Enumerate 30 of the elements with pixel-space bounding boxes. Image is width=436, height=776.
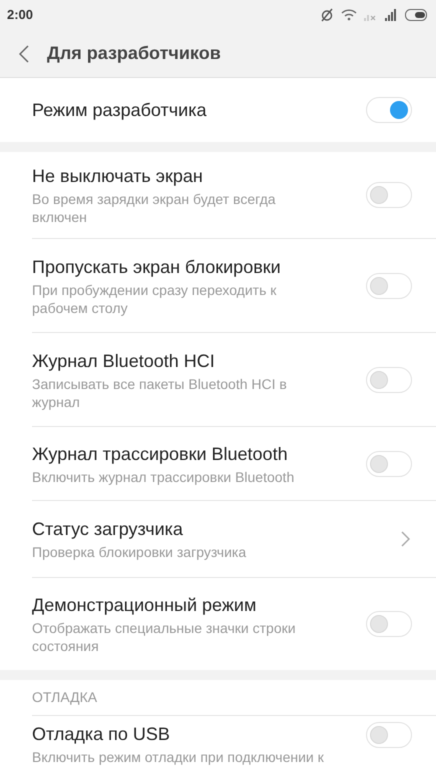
signal-icon	[385, 9, 398, 21]
setting-description: Записывать все пакеты Bluetooth HCI в журнал	[32, 374, 288, 410]
setting-description: Отображать специальные значки строки состояния	[32, 619, 297, 655]
toggle-switch[interactable]	[366, 611, 412, 637]
status-time: 2:00	[7, 6, 34, 24]
setting-title: Статус загрузчика	[32, 518, 184, 541]
section-heading: ОТЛАДКА	[32, 688, 98, 707]
setting-title: Режим разработчика	[32, 98, 206, 122]
setting-title: Отладка по USB	[32, 723, 171, 746]
setting-title: Демонстрационный режим	[32, 594, 258, 617]
setting-description: Включить журнал трассировки Bluetooth	[32, 468, 296, 486]
wifi-icon	[341, 9, 357, 21]
setting-description: Проверка блокировки загрузчика	[32, 543, 248, 561]
back-icon[interactable]	[19, 44, 29, 62]
setting-description: Включить режим отладки при подключении к	[32, 748, 325, 766]
setting-title: Пропускать экран блокировки	[32, 256, 282, 278]
chevron-right-icon[interactable]	[401, 531, 410, 547]
setting-description: Во время зарядки экран будет всегда включен	[32, 190, 277, 226]
toggle-switch[interactable]	[366, 722, 412, 748]
setting-title: Журнал Bluetooth HCI	[32, 350, 216, 372]
toggle-switch[interactable]	[366, 450, 412, 476]
toggle-switch[interactable]	[366, 272, 412, 298]
page-title: Для разработчиков	[47, 42, 221, 65]
toggle-switch[interactable]	[366, 97, 412, 123]
battery-icon	[405, 9, 429, 21]
toggle-switch[interactable]	[366, 182, 412, 208]
toggle-switch[interactable]	[366, 366, 412, 392]
setting-description: При пробуждении сразу переходить к рабочем столу	[32, 280, 278, 316]
setting-title: Журнал трассировки Bluetooth	[32, 442, 289, 466]
setting-title: Не выключать экран	[32, 165, 204, 188]
